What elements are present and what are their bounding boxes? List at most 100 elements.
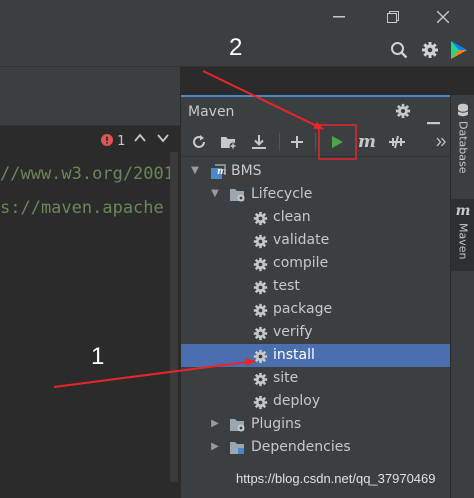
maven-m-icon: m — [358, 132, 376, 152]
editor-breadcrumb-bar — [0, 93, 180, 126]
code-editor[interactable]: //www.w3.org/2001 s://maven.apache — [0, 126, 180, 498]
tree-label-goal: install — [273, 347, 315, 363]
maven-project-icon: m — [209, 163, 227, 181]
annotation-label-1: 1 — [91, 343, 105, 370]
tree-node-goal-test[interactable]: test — [181, 275, 451, 298]
tree-node-goal-compile[interactable]: compile — [181, 252, 451, 275]
chevron-right-icon[interactable]: ▶ — [209, 417, 221, 431]
database-icon — [457, 103, 469, 117]
chevron-right-icon[interactable]: ▶ — [209, 440, 221, 454]
download-sources-button[interactable] — [247, 130, 271, 154]
tree-label-goal: site — [273, 370, 299, 386]
watermark: https://blog.csdn.net/qq_37970469 — [236, 471, 436, 486]
maven-settings-button[interactable] — [395, 103, 411, 123]
close-window-button[interactable] — [420, 0, 466, 33]
gear-icon — [251, 393, 269, 411]
tree-label-goal: clean — [273, 209, 311, 225]
chevron-up-icon — [134, 133, 146, 142]
tree-node-goal-validate[interactable]: validate — [181, 229, 451, 252]
gear-icon — [251, 278, 269, 296]
tree-node-goal-package[interactable]: package — [181, 298, 451, 321]
maven-side-tab[interactable]: m Maven — [451, 199, 474, 271]
gear-icon — [251, 209, 269, 227]
tree-label-goal: deploy — [273, 393, 321, 409]
gear-icon — [422, 42, 438, 58]
tree-label-goal: compile — [273, 255, 329, 271]
database-side-tab[interactable]: Database — [451, 103, 474, 195]
tree-node-goal-install[interactable]: install — [181, 344, 451, 367]
gear-icon — [251, 324, 269, 342]
code-line[interactable]: //www.w3.org/2001 — [0, 164, 174, 184]
maven-tab-label: Maven — [456, 223, 470, 260]
jetbrains-toolbox-icon — [451, 41, 467, 59]
run-icon — [332, 136, 343, 148]
search-button[interactable] — [388, 39, 410, 61]
search-icon — [391, 42, 408, 59]
error-icon — [101, 134, 113, 146]
maven-m-icon: m — [455, 203, 471, 219]
tree-node-lifecycle[interactable]: ▼ Lifecycle — [181, 183, 451, 206]
tree-label-goal: validate — [273, 232, 330, 248]
tree-label-project: BMS — [231, 163, 262, 179]
inspection-widget[interactable]: 1 — [101, 134, 125, 149]
chevron-down-icon — [157, 134, 169, 143]
tree-node-goal-deploy[interactable]: deploy — [181, 390, 451, 413]
gear-icon — [251, 347, 269, 365]
gear-icon — [251, 301, 269, 319]
run-maven-build-button[interactable] — [325, 130, 349, 154]
more-icon — [436, 137, 446, 147]
tree-label-lifecycle: Lifecycle — [251, 186, 313, 202]
dependencies-icon — [229, 439, 247, 457]
restore-window-button[interactable] — [370, 0, 416, 33]
tree-node-plugins[interactable]: ▶ Plugins — [181, 413, 451, 436]
folder-gear-icon — [229, 186, 247, 204]
tree-node-dependencies[interactable]: ▶ Dependencies — [181, 436, 451, 459]
window-titlebar — [0, 0, 474, 33]
tree-label-plugins: Plugins — [251, 416, 302, 432]
add-maven-project-button[interactable] — [217, 130, 241, 154]
tree-node-project[interactable]: ▼ m BMS — [181, 160, 451, 183]
next-problem-button[interactable] — [157, 132, 169, 148]
add-button[interactable] — [285, 130, 309, 154]
toolbox-button[interactable] — [448, 39, 470, 61]
tree-label-dependencies: Dependencies — [251, 439, 351, 455]
download-icon — [252, 135, 266, 149]
maven-panel-title: Maven — [188, 104, 235, 120]
reload-button[interactable] — [187, 130, 211, 154]
tree-node-goal-clean[interactable]: clean — [181, 206, 451, 229]
gear-icon — [251, 255, 269, 273]
maven-toolbar: m — [181, 127, 451, 157]
add-icon — [291, 136, 303, 148]
settings-button[interactable] — [419, 39, 441, 61]
folder-gear-icon — [229, 416, 247, 434]
execute-maven-goal-button[interactable]: m — [355, 130, 379, 154]
gear-icon — [251, 232, 269, 250]
code-line[interactable]: s://maven.apache — [0, 198, 164, 218]
tree-label-goal: test — [273, 278, 300, 294]
tree-label-goal: package — [273, 301, 333, 317]
reload-icon — [193, 135, 205, 148]
restore-icon — [387, 10, 399, 23]
minimize-window-button[interactable] — [316, 0, 362, 33]
tree-label-goal: verify — [273, 324, 313, 340]
editor-scrollbar[interactable] — [170, 152, 178, 482]
tree-node-goal-site[interactable]: site — [181, 367, 451, 390]
tree-node-goal-verify[interactable]: verify — [181, 321, 451, 344]
minimize-icon — [333, 15, 345, 17]
annotation-label-2: 2 — [229, 34, 243, 61]
previous-problem-button[interactable] — [134, 132, 146, 148]
skip-tests-icon — [389, 135, 405, 149]
chevron-down-icon[interactable]: ▼ — [189, 164, 201, 178]
minimize-icon — [427, 122, 440, 125]
maven-panel-header: Maven — [181, 95, 451, 127]
chevron-down-icon[interactable]: ▼ — [209, 187, 221, 201]
gear-icon — [251, 370, 269, 388]
inspection-count: 1 — [117, 134, 126, 149]
editor-tab-strip — [0, 67, 180, 93]
skip-tests-button[interactable] — [385, 130, 409, 154]
maven-tool-window: Maven m ▼ m BMS ▼ Lifecycle clean valida… — [180, 95, 451, 498]
gear-icon — [395, 103, 411, 119]
database-tab-label: Database — [456, 121, 470, 174]
right-tool-strip: Database m Maven — [450, 95, 474, 498]
toolbar-separator — [279, 133, 280, 151]
